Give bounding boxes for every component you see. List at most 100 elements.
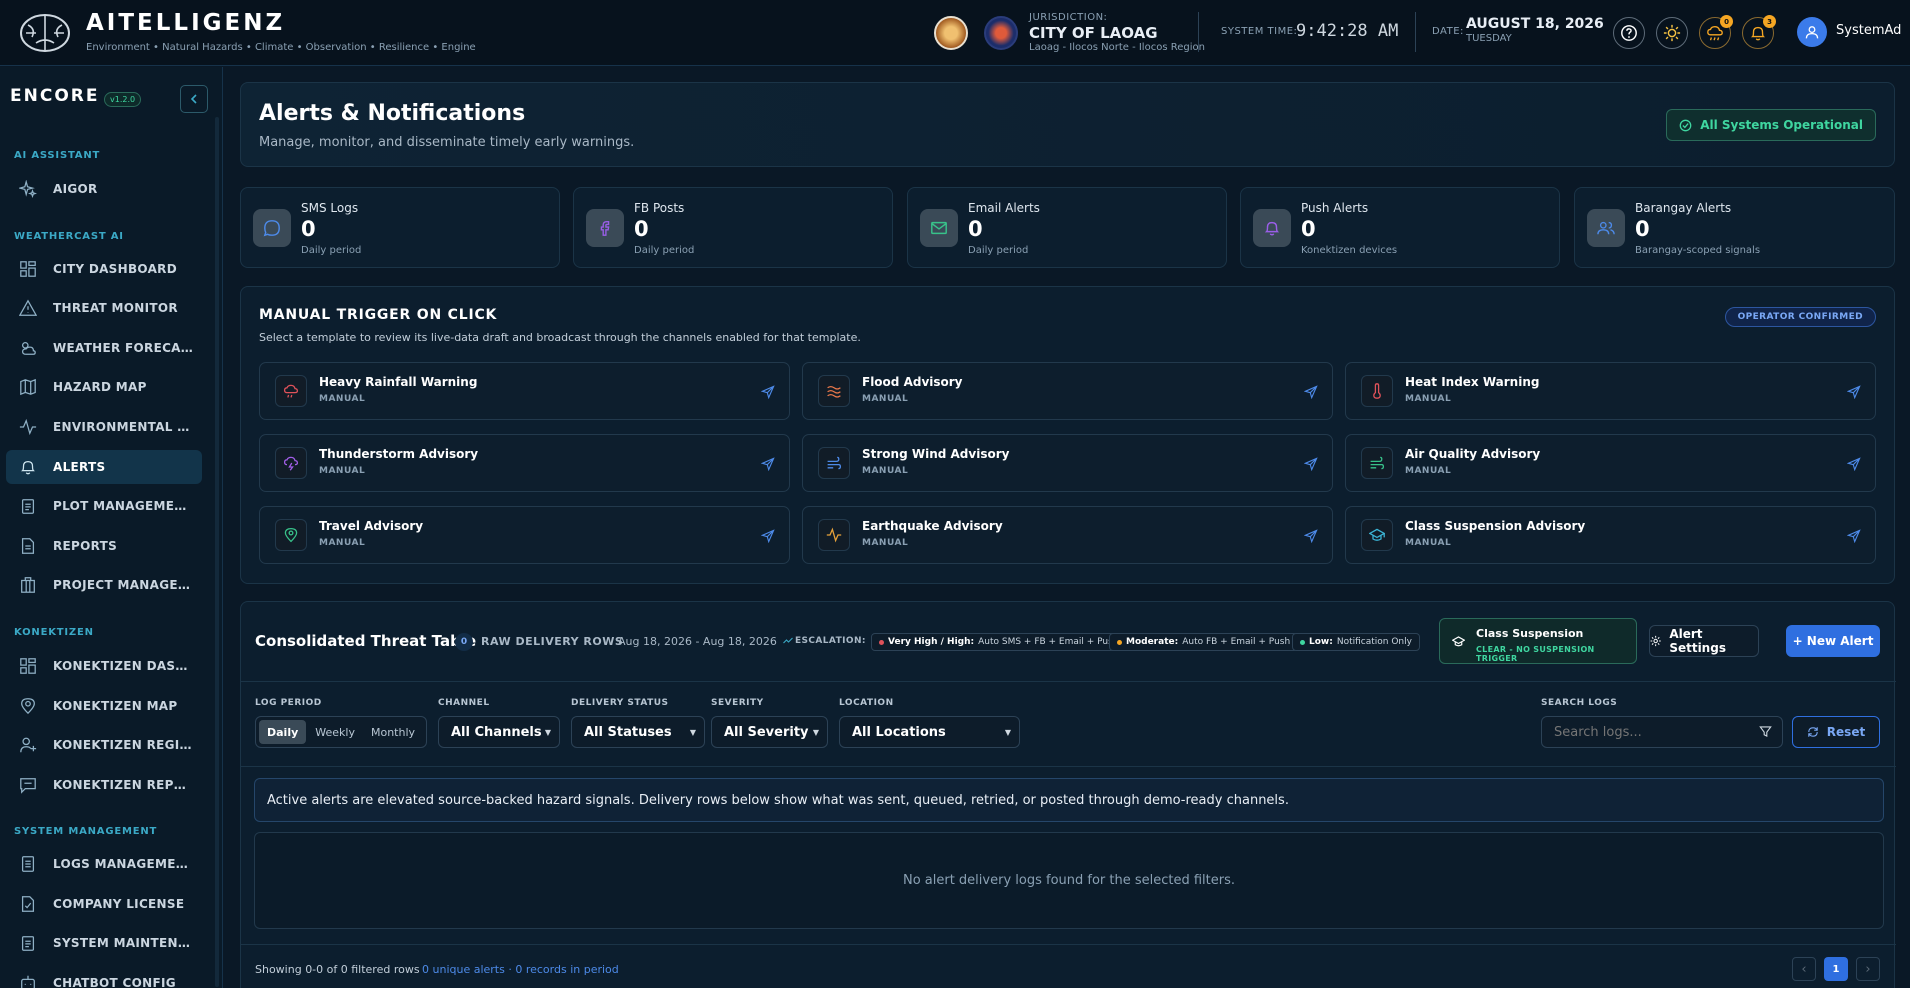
period-daily[interactable]: Daily (259, 720, 307, 744)
send-icon[interactable] (1304, 385, 1318, 399)
filter-icon[interactable] (1759, 725, 1772, 738)
caret-down-icon: ▼ (1004, 728, 1011, 737)
template-card[interactable]: Class Suspension Advisory MANUAL (1345, 506, 1876, 564)
sidebar-item-konektizen-reports[interactable]: KONEKTIZEN REPORTS (6, 768, 202, 802)
wind-icon (818, 447, 850, 479)
section-desc: Select a template to review its live-dat… (259, 331, 861, 344)
divider (1198, 12, 1199, 52)
stat-card-fb: FB Posts 0 Daily period (573, 187, 893, 268)
sidebar-item-plot-management[interactable]: PLOT MANAGEMENT (6, 489, 202, 523)
collapse-sidebar-button[interactable] (180, 85, 208, 113)
activity-icon (19, 418, 37, 436)
alert-settings-button[interactable]: Alert Settings (1649, 625, 1759, 657)
escalation-high-chip: Very High / High: Auto SMS + FB + Email +… (871, 633, 1127, 651)
class-suspension-sub: CLEAR - NO SUSPENSION TRIGGER (1476, 645, 1595, 663)
bell-icon (21, 460, 35, 475)
city-name: CITY OF LAOAG (1029, 24, 1158, 42)
stat-value: 0 (634, 217, 649, 241)
brain-logo-icon (18, 13, 72, 53)
template-name: Class Suspension Advisory (1405, 519, 1586, 533)
template-card[interactable]: Strong Wind Advisory MANUAL (802, 434, 1333, 492)
caret-down-icon: ▼ (812, 728, 819, 737)
period-weekly[interactable]: Weekly (308, 720, 362, 744)
template-card[interactable]: Travel Advisory MANUAL (259, 506, 790, 564)
template-card[interactable]: Thunderstorm Advisory MANUAL (259, 434, 790, 492)
delivery-status-select[interactable]: All Statuses ▼ (571, 716, 705, 748)
sidebar-item-project-management[interactable]: PROJECT MANAGEMENT (6, 568, 202, 602)
stat-sub: Barangay-scoped signals (1635, 245, 1761, 256)
sidebar-item-weather-forecast[interactable]: WEATHER FORECAST (6, 331, 202, 365)
sidebar-item-konektizen-registry[interactable]: KONEKTIZEN REGISTR... (6, 728, 202, 762)
send-icon[interactable] (1304, 457, 1318, 471)
send-icon[interactable] (1847, 457, 1861, 471)
stat-card-push: Push Alerts 0 Konektizen devices (1240, 187, 1560, 268)
sidebar-item-aigor[interactable]: AIGOR (6, 172, 202, 206)
template-card[interactable]: Earthquake Advisory MANUAL (802, 506, 1333, 564)
user-name[interactable]: SystemAd (1836, 23, 1901, 38)
search-input[interactable] (1541, 716, 1783, 748)
sidebar-item-chatbot-config[interactable]: CHATBOT CONFIG (6, 966, 202, 988)
section-ai-assistant: AI ASSISTANT (14, 150, 101, 161)
avatar[interactable] (1797, 17, 1827, 47)
theme-sun-icon[interactable] (1656, 17, 1688, 49)
next-page-button[interactable]: › (1856, 957, 1880, 981)
sidebar-item-reports[interactable]: REPORTS (6, 529, 202, 563)
seismic-activity-icon (818, 519, 850, 551)
current-date: AUGUST 18, 2026 (1466, 16, 1604, 32)
stat-sub: Konektizen devices (1301, 245, 1398, 256)
divider (1415, 12, 1416, 52)
sidebar-item-konektizen-dashboard[interactable]: KONEKTIZEN DASHBO... (6, 649, 202, 683)
template-mode: MANUAL (862, 538, 909, 548)
wind-icon (1361, 447, 1393, 479)
info-banner: Active alerts are elevated source-backed… (254, 778, 1884, 822)
severity-select[interactable]: All Severity ▼ (711, 716, 828, 748)
template-name: Earthquake Advisory (862, 519, 1003, 533)
sidebar-item-alerts[interactable]: ALERTS (6, 450, 202, 484)
sidebar-scrollbar[interactable] (215, 117, 219, 987)
prev-page-button[interactable]: ‹ (1792, 957, 1816, 981)
refresh-icon (1808, 727, 1818, 737)
send-icon[interactable] (1847, 385, 1861, 399)
sidebar-item-threat-monitor[interactable]: THREAT MONITOR (6, 291, 202, 325)
sidebar-item-system-maintenance[interactable]: SYSTEM MAINTENANCE (6, 926, 202, 960)
users-icon (1587, 209, 1625, 247)
stat-label: FB Posts (634, 201, 685, 215)
send-icon[interactable] (761, 385, 775, 399)
template-card[interactable]: Heat Index Warning MANUAL (1345, 362, 1876, 420)
sidebar-item-hazard-map[interactable]: HAZARD MAP (6, 370, 202, 404)
region-name: Laoag - Ilocos Norte - Ilocos Region (1029, 42, 1205, 53)
send-icon[interactable] (761, 457, 775, 471)
sidebar-item-company-license[interactable]: COMPANY LICENSE (6, 887, 202, 921)
page-subtitle: Manage, monitor, and disseminate timely … (259, 135, 635, 150)
template-name: Heavy Rainfall Warning (319, 375, 478, 389)
send-icon[interactable] (1847, 529, 1861, 543)
divider (241, 681, 1896, 682)
page-number-button[interactable]: 1 (1824, 957, 1848, 981)
template-mode: MANUAL (1405, 538, 1452, 548)
template-card[interactable]: Flood Advisory MANUAL (802, 362, 1333, 420)
period-monthly[interactable]: Monthly (364, 720, 422, 744)
send-icon[interactable] (1304, 529, 1318, 543)
sidebar-item-city-dashboard[interactable]: CITY DASHBOARD (6, 252, 202, 286)
sidebar-item-environmental[interactable]: ENVIRONMENTAL INTE... (6, 410, 202, 444)
reset-button[interactable]: Reset (1792, 716, 1880, 748)
thermometer-icon (1361, 375, 1393, 407)
send-icon[interactable] (761, 529, 775, 543)
template-card[interactable]: Air Quality Advisory MANUAL (1345, 434, 1876, 492)
sidebar-item-logs-management[interactable]: LOGS MANAGEMENT (6, 847, 202, 881)
help-icon[interactable] (1613, 17, 1645, 49)
jurisdiction-label: JURISDICTION: (1029, 12, 1108, 23)
sidebar-item-konektizen-map[interactable]: KONEKTIZEN MAP (6, 689, 202, 723)
threat-table-panel: Consolidated Threat Table 0 RAW DELIVERY… (240, 601, 1896, 988)
template-mode: MANUAL (1405, 394, 1452, 404)
system-time: 9:42:28 AM (1296, 21, 1399, 41)
stat-label: Barangay Alerts (1635, 201, 1732, 215)
section-title: MANUAL TRIGGER ON CLICK (259, 307, 498, 323)
template-name: Heat Index Warning (1405, 375, 1540, 389)
channel-select[interactable]: All Channels ▼ (438, 716, 560, 748)
sidebar: ENCORE v1.2.0 AI ASSISTANT AIGOR WEATHER… (0, 67, 223, 988)
clipboard-list-icon (21, 936, 35, 951)
template-card[interactable]: Heavy Rainfall Warning MANUAL (259, 362, 790, 420)
new-alert-button[interactable]: + New Alert (1786, 625, 1880, 657)
location-select[interactable]: All Locations ▼ (839, 716, 1020, 748)
